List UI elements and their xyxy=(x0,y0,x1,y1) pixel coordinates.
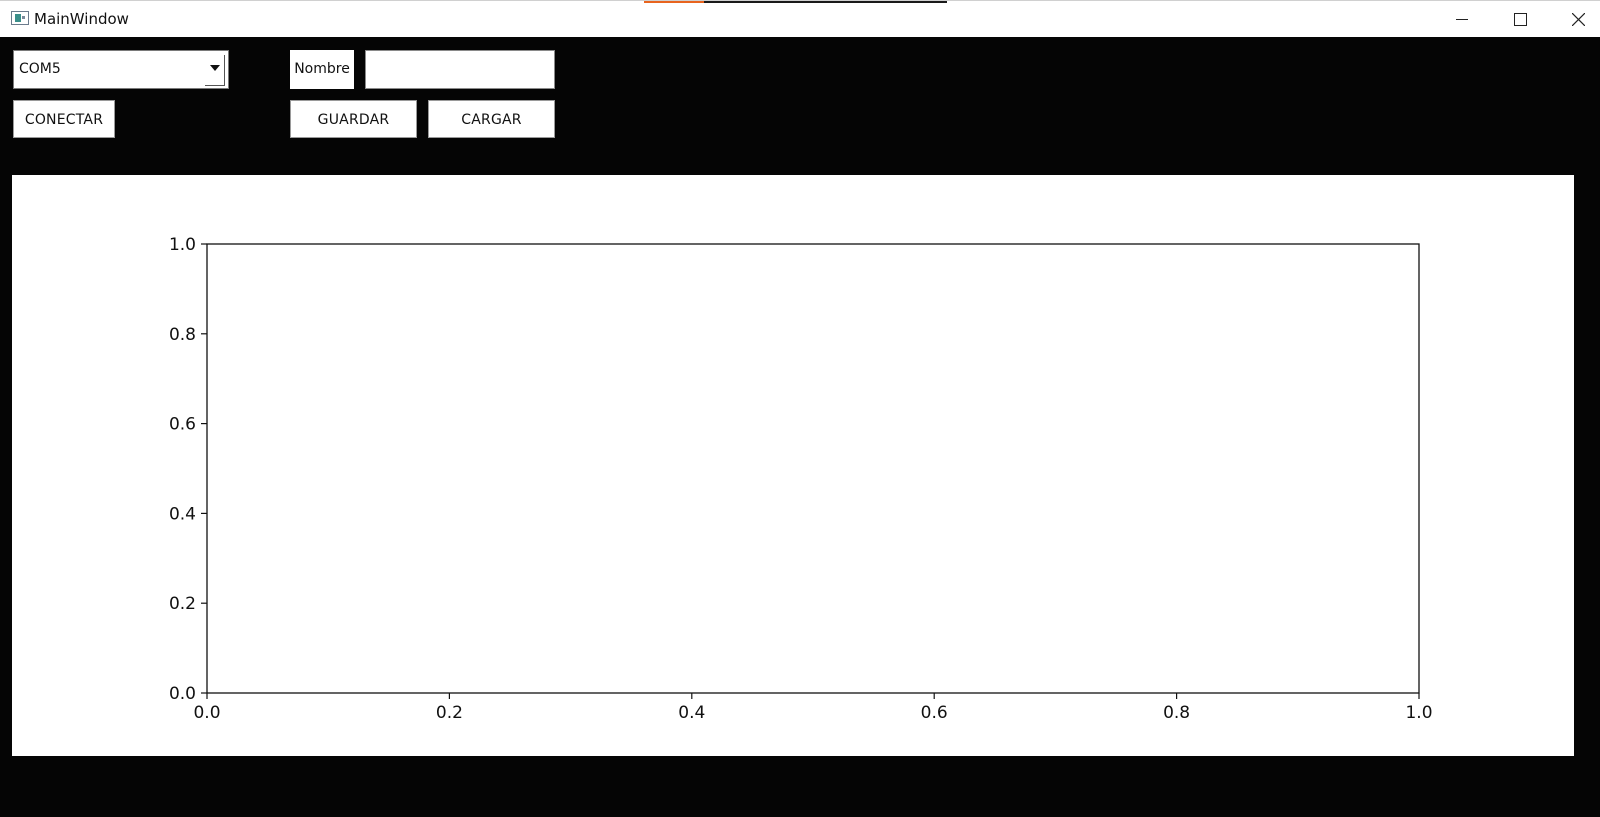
x-tick-label: 1.0 xyxy=(1405,703,1432,723)
plot-axes-frame xyxy=(206,243,1420,694)
load-button[interactable]: CARGAR xyxy=(428,100,555,138)
x-tick-label: 0.0 xyxy=(193,703,220,723)
plot-panel[interactable]: 0.0 0.2 0.4 0.6 0.8 1.0 0.0 0.2 0.4 0.6 0.8 1.0 xyxy=(12,175,1574,756)
maximize-button[interactable] xyxy=(1492,1,1548,37)
y-tick-label: 0.8 xyxy=(169,325,196,345)
chevron-down-icon[interactable] xyxy=(205,55,225,86)
x-tick-label: 0.8 xyxy=(1163,703,1190,723)
chart-svg: 0.0 0.2 0.4 0.6 0.8 1.0 0.0 0.2 0.4 0.6 0.8 1.0 xyxy=(169,235,1433,723)
x-tick-label: 0.4 xyxy=(678,703,705,723)
close-button[interactable] xyxy=(1550,1,1600,37)
y-tick-label: 0.6 xyxy=(169,415,196,435)
y-tick-label: 0.0 xyxy=(169,684,196,704)
close-icon xyxy=(1572,13,1585,26)
y-tick-label: 1.0 xyxy=(169,235,196,255)
minimize-button[interactable] xyxy=(1434,1,1490,37)
y-tick-label: 0.2 xyxy=(169,594,196,614)
port-select[interactable]: COM5 xyxy=(13,50,229,89)
name-input[interactable] xyxy=(365,50,555,89)
y-tick-label: 0.4 xyxy=(169,504,196,524)
titlebar-accent-orange xyxy=(644,1,704,3)
x-tick-label: 0.2 xyxy=(436,703,463,723)
save-button[interactable]: GUARDAR xyxy=(290,100,417,138)
app-window-icon xyxy=(11,11,29,25)
titlebar-accent-dark xyxy=(704,1,947,3)
connect-button[interactable]: CONECTAR xyxy=(13,100,115,138)
title-bar[interactable]: MainWindow xyxy=(0,0,1600,37)
port-select-value: COM5 xyxy=(19,61,61,77)
name-label: Nombre xyxy=(290,50,354,89)
x-tick-label: 0.6 xyxy=(921,703,948,723)
window-title: MainWindow xyxy=(34,10,129,28)
